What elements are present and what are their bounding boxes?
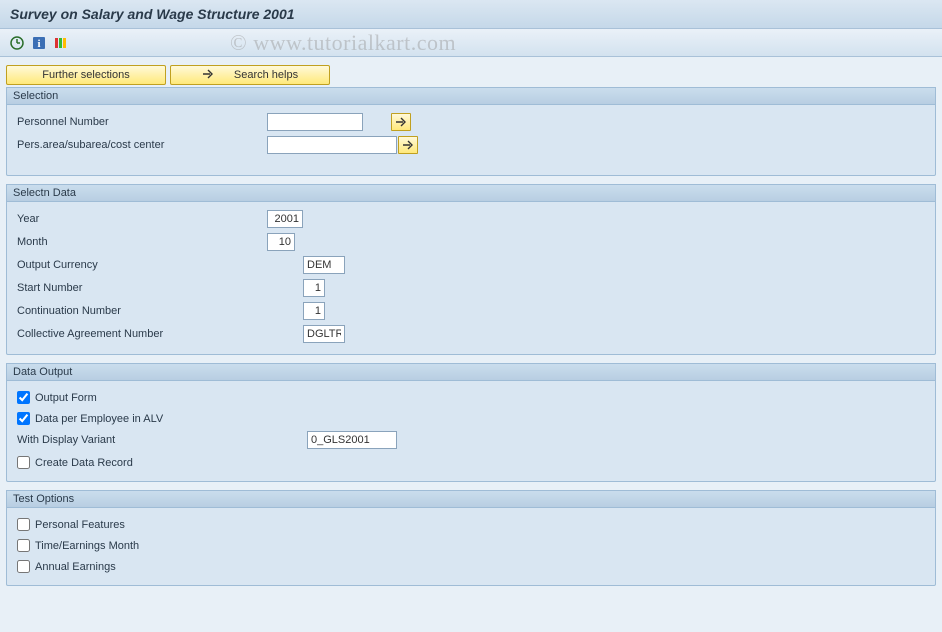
checkbox-output-form[interactable] xyxy=(17,391,30,404)
application-toolbar: i xyxy=(0,29,942,57)
label-output-form: Output Form xyxy=(35,392,315,404)
f4-pers-area-button[interactable] xyxy=(398,136,418,154)
label-month: Month xyxy=(17,236,267,248)
input-start-number[interactable] xyxy=(303,279,325,297)
search-helps-label: Search helps xyxy=(234,69,298,81)
label-pers-area: Pers.area/subarea/cost center xyxy=(17,139,267,151)
input-pers-area[interactable] xyxy=(267,136,397,154)
execute-icon[interactable] xyxy=(8,34,26,52)
page-title: Survey on Salary and Wage Structure 2001 xyxy=(0,0,942,29)
checkbox-data-per-employee[interactable] xyxy=(17,412,30,425)
group-selectn-data: Selectn Data Year Month Output Currency … xyxy=(6,184,936,355)
group-selection: Selection Personnel Number Pers.area/sub… xyxy=(6,87,936,176)
action-button-row: Further selections Search helps xyxy=(6,65,936,85)
input-collective-agreement[interactable] xyxy=(303,325,345,343)
label-time-earnings: Time/Earnings Month xyxy=(35,540,315,552)
group-test-options: Test Options Personal Features Time/Earn… xyxy=(6,490,936,586)
label-year: Year xyxy=(17,213,267,225)
label-continuation-number: Continuation Number xyxy=(17,305,267,317)
arrow-right-icon xyxy=(402,140,414,150)
f4-personnel-number-button[interactable] xyxy=(391,113,411,131)
further-selections-label: Further selections xyxy=(42,69,129,81)
label-annual-earnings: Annual Earnings xyxy=(35,561,315,573)
input-year[interactable] xyxy=(267,210,303,228)
search-helps-button[interactable]: Search helps xyxy=(170,65,330,85)
arrow-right-icon xyxy=(395,117,407,127)
checkbox-personal-features[interactable] xyxy=(17,518,30,531)
group-data-output: Data Output Output Form Data per Employe… xyxy=(6,363,936,482)
label-output-currency: Output Currency xyxy=(17,259,267,271)
label-create-data-record: Create Data Record xyxy=(35,457,315,469)
group-data-output-header: Data Output xyxy=(7,364,935,381)
label-display-variant: With Display Variant xyxy=(17,434,307,446)
color-bars-icon[interactable] xyxy=(52,34,70,52)
group-selection-header: Selection xyxy=(7,88,935,105)
content-area: Further selections Search helps Selectio… xyxy=(0,57,942,632)
label-collective-agreement: Collective Agreement Number xyxy=(17,328,267,340)
group-test-options-header: Test Options xyxy=(7,491,935,508)
label-data-per-employee: Data per Employee in ALV xyxy=(35,413,315,425)
input-continuation-number[interactable] xyxy=(303,302,325,320)
checkbox-create-data-record[interactable] xyxy=(17,456,30,469)
group-selectn-data-header: Selectn Data xyxy=(7,185,935,202)
label-personal-features: Personal Features xyxy=(35,519,315,531)
input-display-variant[interactable] xyxy=(307,431,397,449)
further-selections-button[interactable]: Further selections xyxy=(6,65,166,85)
input-month[interactable] xyxy=(267,233,295,251)
checkbox-annual-earnings[interactable] xyxy=(17,560,30,573)
input-output-currency[interactable] xyxy=(303,256,345,274)
arrow-right-icon xyxy=(202,69,214,82)
label-personnel-number: Personnel Number xyxy=(17,116,267,128)
input-personnel-number[interactable] xyxy=(267,113,363,131)
svg-text:i: i xyxy=(37,38,40,50)
checkbox-time-earnings[interactable] xyxy=(17,539,30,552)
label-start-number: Start Number xyxy=(17,282,267,294)
info-icon[interactable]: i xyxy=(30,34,48,52)
